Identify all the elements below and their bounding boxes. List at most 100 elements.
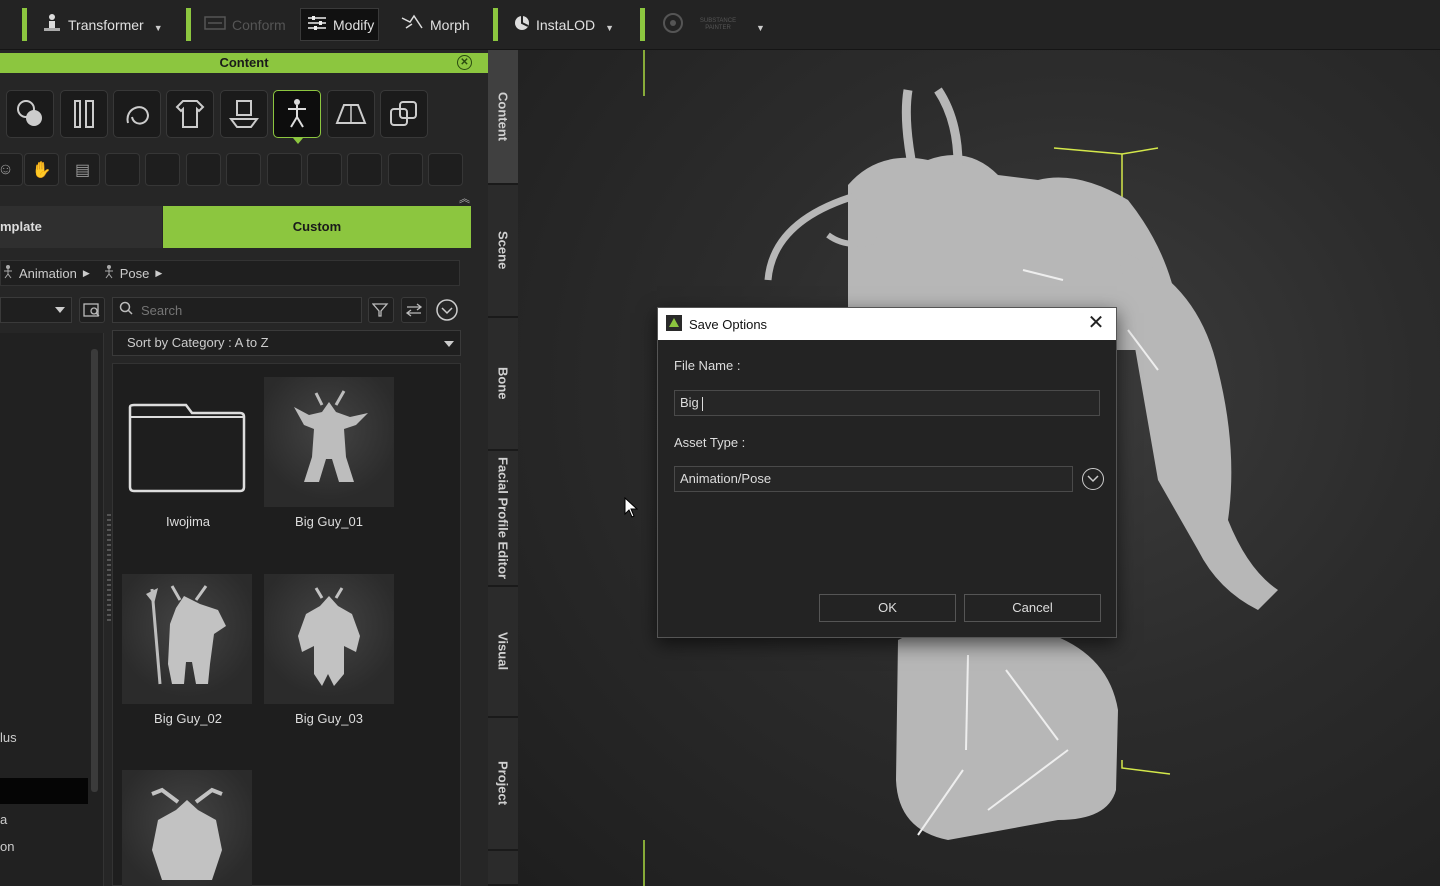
- options-dropdown-button[interactable]: [434, 297, 460, 323]
- file-name-field[interactable]: Big: [674, 390, 1100, 416]
- side-tab-label: Scene: [495, 231, 511, 270]
- empty-slot[interactable]: [226, 153, 261, 186]
- breadcrumb: Animation ▶ Pose ▶: [0, 260, 460, 286]
- conform-icon: [204, 14, 226, 35]
- category-props-icon[interactable]: [380, 90, 428, 138]
- empty-slot[interactable]: [428, 153, 463, 186]
- transformer-button[interactable]: Transformer ▼: [36, 8, 169, 41]
- file-name-value: Big: [680, 395, 699, 410]
- tab-custom-label: Custom: [292, 219, 342, 234]
- tree-item[interactable]: lus: [0, 730, 17, 745]
- swap-button[interactable]: [401, 297, 427, 323]
- toolbar-separator: [22, 8, 27, 41]
- tree-selected-item[interactable]: [0, 778, 88, 804]
- tab-template-label: mplate: [0, 219, 42, 234]
- figure-icon: [104, 264, 114, 282]
- empty-slot[interactable]: [307, 153, 342, 186]
- transformer-icon: [42, 13, 62, 36]
- empty-slot[interactable]: [267, 153, 302, 186]
- item-thumbnail[interactable]: [122, 574, 252, 704]
- tree-scrollbar[interactable]: [91, 349, 98, 792]
- search-input[interactable]: [139, 301, 349, 319]
- tab-custom[interactable]: Custom: [163, 206, 471, 248]
- search-icon: [119, 301, 133, 320]
- side-tab-visual[interactable]: Visual: [488, 587, 518, 718]
- save-options-dialog: Save Options ✕ File Name : Big Asset Typ…: [657, 307, 1117, 638]
- content-panel: Content ✕ ☺ ✋ ▤ ︽ mplate Custom Animatio…: [0, 50, 488, 886]
- empty-slot[interactable]: [388, 153, 423, 186]
- chevron-down-icon: [444, 341, 454, 347]
- side-tab-scene[interactable]: Scene: [488, 185, 518, 318]
- sort-label: Sort by Category : A to Z: [127, 335, 269, 350]
- empty-slot[interactable]: [347, 153, 382, 186]
- face-icon[interactable]: ☺: [0, 153, 23, 186]
- substance-icon: [662, 12, 684, 37]
- instalod-icon: [514, 15, 530, 34]
- item-thumbnail[interactable]: [264, 377, 394, 507]
- close-icon[interactable]: ✕: [1084, 312, 1108, 336]
- toolbar-separator: [493, 8, 498, 41]
- category-accessory-icon[interactable]: [220, 90, 268, 138]
- ok-button[interactable]: OK: [819, 594, 956, 622]
- filter-button[interactable]: [368, 297, 394, 323]
- cancel-button[interactable]: Cancel: [964, 594, 1101, 622]
- category-tools-icon[interactable]: [60, 90, 108, 138]
- dialog-titlebar: Save Options ✕: [658, 308, 1116, 340]
- side-tab-label: Bone: [495, 367, 511, 400]
- side-tab-bar: Content Scene Bone Facial Profile Editor…: [488, 50, 518, 886]
- item-label: Big Guy_01: [295, 514, 363, 529]
- conform-button[interactable]: Conform: [198, 8, 292, 41]
- filter-dropdown[interactable]: [0, 297, 72, 323]
- empty-slot[interactable]: [145, 153, 180, 186]
- category-morph-icon[interactable]: [6, 90, 54, 138]
- side-tab-more[interactable]: [488, 851, 518, 886]
- image-search-button[interactable]: [79, 297, 105, 323]
- search-box: [112, 297, 362, 323]
- chevron-down-icon[interactable]: [1082, 468, 1104, 490]
- side-tab-label: Visual: [495, 632, 511, 671]
- morph-label: Morph: [430, 16, 470, 33]
- empty-slot[interactable]: [105, 153, 140, 186]
- category-pose-icon[interactable]: [273, 90, 321, 144]
- breadcrumb-arrow-icon: ▶: [82, 267, 90, 278]
- tree-item[interactable]: on: [0, 839, 14, 854]
- side-tab-facial-profile-editor[interactable]: Facial Profile Editor: [488, 451, 518, 587]
- asset-type-value: Animation/Pose: [680, 471, 772, 486]
- tree-item[interactable]: a: [0, 812, 7, 827]
- asset-type-field[interactable]: Animation/Pose: [674, 466, 1073, 492]
- close-icon[interactable]: ✕: [457, 55, 472, 70]
- instalod-dropdown-icon[interactable]: ▼: [605, 23, 614, 33]
- sort-dropdown[interactable]: Sort by Category : A to Z: [112, 330, 461, 356]
- transformer-dropdown-icon[interactable]: ▼: [154, 23, 163, 33]
- morph-button[interactable]: Morph: [394, 8, 476, 41]
- figure-icon: [3, 264, 13, 282]
- category-cloth-icon[interactable]: [166, 90, 214, 138]
- modify-button[interactable]: Modify: [300, 8, 379, 41]
- breadcrumb-arrow-icon: ▶: [155, 267, 163, 278]
- breadcrumb-pose[interactable]: Pose: [120, 266, 150, 281]
- breadcrumb-animation[interactable]: Animation: [19, 266, 77, 281]
- side-tab-project[interactable]: Project: [488, 718, 518, 851]
- empty-slot[interactable]: [186, 153, 221, 186]
- substance-painter-button[interactable]: SUBSTANCE PAINTER ▼: [656, 8, 771, 41]
- mouse-cursor-icon: [624, 496, 639, 524]
- item-thumbnail[interactable]: [122, 770, 252, 886]
- splitter-handle[interactable]: [107, 514, 111, 624]
- item-thumbnail[interactable]: [264, 574, 394, 704]
- side-tab-bone[interactable]: Bone: [488, 318, 518, 451]
- main-toolbar: Transformer ▼ Conform Modify Morph Insta…: [0, 0, 1440, 50]
- hand-icon[interactable]: ✋: [24, 153, 59, 186]
- instalod-label: InstaLOD: [536, 16, 596, 33]
- side-tab-content[interactable]: Content: [488, 50, 518, 185]
- substance-dropdown-icon[interactable]: ▼: [756, 23, 765, 33]
- document-icon[interactable]: ▤: [65, 153, 100, 186]
- instalod-button[interactable]: InstaLOD ▼: [508, 8, 620, 41]
- item-label: Iwojima: [165, 514, 211, 529]
- category-scene-icon[interactable]: [327, 90, 375, 138]
- item-label: Big Guy_02: [154, 711, 222, 726]
- tab-template[interactable]: mplate: [0, 206, 162, 248]
- conform-label: Conform: [232, 16, 286, 33]
- collapse-up-icon[interactable]: ︽: [459, 190, 470, 206]
- category-hair-icon[interactable]: [113, 90, 161, 138]
- folder-icon[interactable]: [122, 377, 252, 507]
